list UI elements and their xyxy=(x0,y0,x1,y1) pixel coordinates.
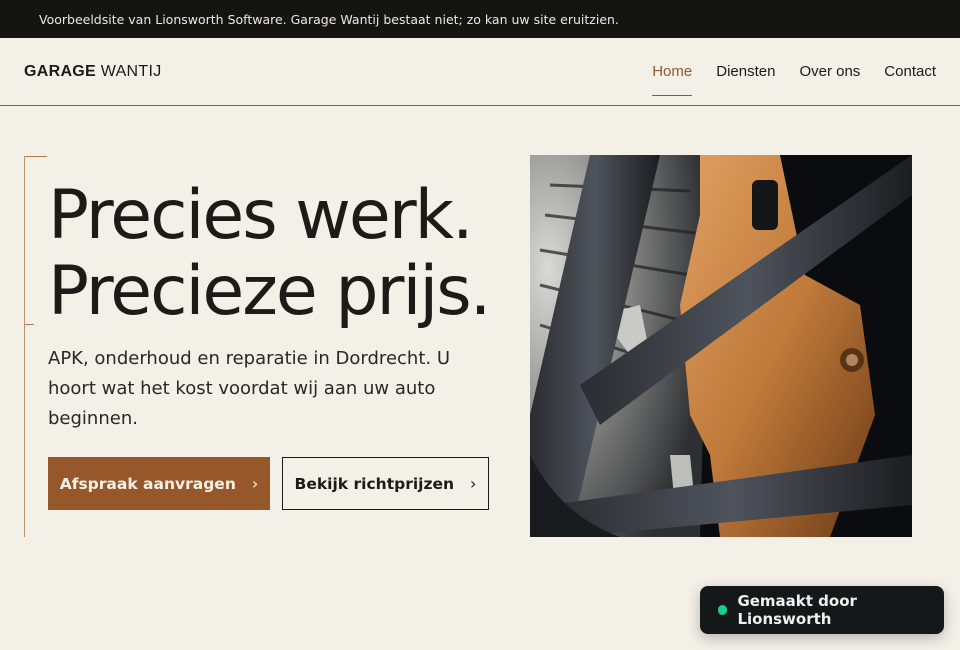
announcement-bar: Voorbeeldsite van Lionsworth Software. G… xyxy=(0,0,960,38)
hero-headline-line2: Precieze prijs. xyxy=(48,252,491,331)
view-prices-button[interactable]: Bekijk richtprijzen › xyxy=(282,457,489,510)
nav-over-ons[interactable]: Over ons xyxy=(799,63,860,96)
made-by-label: Gemaakt door Lionsworth xyxy=(737,592,857,628)
logo-bold: GARAGE xyxy=(24,63,97,80)
chevron-right-icon: › xyxy=(470,474,477,493)
nav-diensten[interactable]: Diensten xyxy=(716,63,775,96)
nav-home[interactable]: Home xyxy=(652,63,693,96)
hero-image xyxy=(530,155,912,537)
nav-contact[interactable]: Contact xyxy=(884,63,936,96)
logo-light: WANTIJ xyxy=(100,63,162,80)
chevron-right-icon: › xyxy=(251,474,259,493)
announcement-text: Voorbeeldsite van Lionsworth Software. G… xyxy=(39,12,619,27)
status-dot-icon xyxy=(718,605,728,615)
hero-bracket-decoration xyxy=(24,156,47,537)
request-appointment-label: Afspraak aanvragen xyxy=(59,474,236,493)
main-nav: Home Diensten Over ons Contact xyxy=(652,63,936,96)
made-by-badge[interactable]: Gemaakt door Lionsworth xyxy=(700,586,944,634)
brake-caliper-illustration xyxy=(530,155,912,537)
site-header: GARAGE WANTIJ Home Diensten Over ons Con… xyxy=(0,38,960,106)
hero-lead: APK, onderhoud en reparatie in Dordrecht… xyxy=(48,348,450,429)
hero-headline: Precies werk. Precieze prijs. xyxy=(48,176,491,331)
request-appointment-button[interactable]: Afspraak aanvragen › xyxy=(48,457,270,510)
view-prices-label: Bekijk richtprijzen xyxy=(294,474,455,493)
site-logo[interactable]: GARAGE WANTIJ xyxy=(24,63,162,81)
hero-headline-line1: Precies werk. xyxy=(48,176,474,255)
